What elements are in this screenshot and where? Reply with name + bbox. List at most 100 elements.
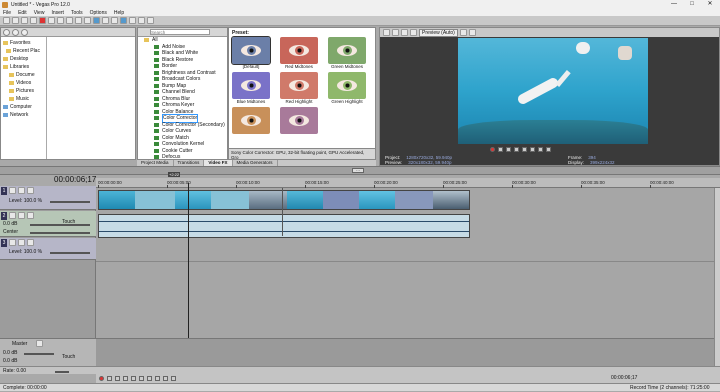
rate-slider[interactable] bbox=[55, 371, 69, 373]
go-to-start-icon[interactable] bbox=[147, 375, 152, 381]
prev-frame-icon[interactable] bbox=[538, 147, 543, 152]
stop-icon[interactable] bbox=[530, 147, 535, 152]
pause-icon[interactable] bbox=[522, 147, 527, 152]
properties-icon[interactable] bbox=[30, 17, 37, 24]
stop-icon[interactable] bbox=[139, 375, 144, 381]
solo-icon[interactable] bbox=[27, 212, 34, 219]
play-from-start-icon[interactable] bbox=[506, 147, 511, 152]
preset-item[interactable]: Red Highlight bbox=[280, 72, 318, 104]
solo-icon[interactable] bbox=[27, 187, 34, 194]
tree-item-pictures[interactable]: Pictures bbox=[3, 87, 46, 95]
save-icon[interactable] bbox=[21, 17, 28, 24]
preset-item[interactable]: Red Midtones bbox=[280, 37, 318, 69]
go-to-end-icon[interactable] bbox=[155, 375, 160, 381]
auto-ripple-icon[interactable] bbox=[102, 17, 109, 24]
external-monitor-icon[interactable] bbox=[392, 29, 399, 36]
back-icon[interactable] bbox=[3, 28, 10, 36]
tree-item-network[interactable]: Network bbox=[3, 111, 46, 119]
menu-help[interactable]: Help bbox=[114, 10, 124, 16]
close-button[interactable]: ✕ bbox=[702, 0, 718, 9]
tree-item-favorites[interactable]: Favorites bbox=[3, 39, 46, 47]
play-icon[interactable] bbox=[514, 147, 519, 152]
pan-slider[interactable] bbox=[30, 232, 90, 234]
tree-item-recent[interactable]: Recent Plac bbox=[3, 47, 46, 55]
copy-icon[interactable] bbox=[57, 17, 64, 24]
cut-icon[interactable] bbox=[48, 17, 55, 24]
preset-item[interactable]: Green Midtones bbox=[328, 37, 366, 69]
record-icon[interactable] bbox=[490, 147, 495, 152]
timeline-ruler[interactable]: +2:22 00:00:00:00 00:00:05:00 00:00:10:00 0… bbox=[96, 172, 720, 188]
track-fx-icon[interactable] bbox=[9, 187, 16, 194]
redo-icon[interactable] bbox=[84, 17, 91, 24]
preset-item[interactable]: Blue Midtones bbox=[232, 72, 270, 104]
timeline-area[interactable] bbox=[96, 188, 716, 338]
forward-icon[interactable] bbox=[12, 28, 19, 36]
play-from-start-icon[interactable] bbox=[115, 375, 120, 381]
mute-icon[interactable] bbox=[18, 187, 25, 194]
next-frame-icon[interactable] bbox=[546, 147, 551, 152]
preview-quality-dropdown[interactable]: Preview (Auto) bbox=[419, 28, 458, 37]
prev-frame-icon[interactable] bbox=[163, 375, 168, 381]
track-level-slider[interactable] bbox=[50, 201, 90, 203]
render-icon[interactable] bbox=[39, 17, 46, 24]
tree-item-videos[interactable]: Videos bbox=[3, 79, 46, 87]
file-list[interactable] bbox=[47, 37, 135, 159]
record-icon[interactable] bbox=[99, 375, 104, 381]
preset-item[interactable]: [Default] bbox=[231, 36, 271, 69]
next-frame-icon[interactable] bbox=[171, 375, 176, 381]
preset-item[interactable]: Green Highlight bbox=[328, 72, 366, 104]
marker-label[interactable]: +2:22 bbox=[168, 172, 181, 177]
tree-item-documents[interactable]: Docume bbox=[3, 71, 46, 79]
menu-tools[interactable]: Tools bbox=[71, 10, 83, 16]
mute-icon[interactable] bbox=[18, 239, 25, 246]
master-bus-lane[interactable] bbox=[96, 338, 714, 366]
divider-grip[interactable]: ··· bbox=[352, 168, 364, 173]
minimize-button[interactable]: — bbox=[666, 0, 682, 9]
up-icon[interactable] bbox=[21, 28, 28, 36]
loop-playback-icon[interactable] bbox=[107, 375, 112, 381]
normal-edit-tool-icon[interactable] bbox=[120, 17, 127, 24]
track-header-video-3[interactable]: 3 Level: 100.0 % bbox=[0, 238, 96, 260]
tree-item-libraries[interactable]: Libraries bbox=[3, 63, 46, 71]
volume-slider[interactable] bbox=[30, 224, 90, 226]
split-screen-icon[interactable] bbox=[410, 29, 417, 36]
selection-tool-icon[interactable] bbox=[138, 17, 145, 24]
paste-icon[interactable] bbox=[66, 17, 73, 24]
new-project-icon[interactable] bbox=[3, 17, 10, 24]
track-header-audio-2[interactable]: 2 Touch 0.0 dB Center bbox=[0, 211, 96, 237]
tree-item-desktop[interactable]: Desktop bbox=[3, 55, 46, 63]
preset-item[interactable] bbox=[280, 107, 318, 134]
tree-item-computer[interactable]: Computer bbox=[3, 103, 46, 111]
tree-item-music[interactable]: Music bbox=[3, 95, 46, 103]
pause-icon[interactable] bbox=[131, 375, 136, 381]
mute-icon[interactable] bbox=[18, 212, 25, 219]
zoom-tool-icon[interactable] bbox=[147, 17, 154, 24]
audio-clip[interactable] bbox=[98, 214, 470, 238]
track-header-video-1[interactable]: 1 Level: 100.0 % bbox=[0, 186, 96, 210]
fx-icon[interactable] bbox=[401, 29, 408, 36]
menu-view[interactable]: View bbox=[34, 10, 45, 16]
project-properties-icon[interactable] bbox=[383, 29, 390, 36]
menu-file[interactable]: File bbox=[3, 10, 11, 16]
track-level-slider[interactable] bbox=[50, 252, 90, 254]
maximize-button[interactable]: □ bbox=[684, 0, 700, 9]
fx-search-input[interactable] bbox=[150, 29, 210, 35]
open-icon[interactable] bbox=[12, 17, 19, 24]
menu-options[interactable]: Options bbox=[90, 10, 107, 16]
snapshot-icon[interactable] bbox=[468, 29, 476, 36]
master-volume-slider[interactable] bbox=[24, 353, 54, 355]
timeline-vertical-scrollbar[interactable] bbox=[714, 188, 720, 368]
track-fx-icon[interactable] bbox=[9, 239, 16, 246]
play-icon[interactable] bbox=[123, 375, 128, 381]
menu-edit[interactable]: Edit bbox=[18, 10, 27, 16]
preset-item[interactable] bbox=[232, 107, 270, 134]
undo-icon[interactable] bbox=[75, 17, 82, 24]
lock-envelopes-icon[interactable] bbox=[111, 17, 118, 24]
master-fx-icon[interactable] bbox=[36, 340, 43, 347]
snapping-icon[interactable] bbox=[93, 17, 100, 24]
overlays-icon[interactable] bbox=[459, 29, 467, 36]
loop-icon[interactable] bbox=[498, 147, 503, 152]
menu-insert[interactable]: Insert bbox=[51, 10, 64, 16]
solo-icon[interactable] bbox=[27, 239, 34, 246]
video-clip[interactable] bbox=[98, 190, 470, 210]
